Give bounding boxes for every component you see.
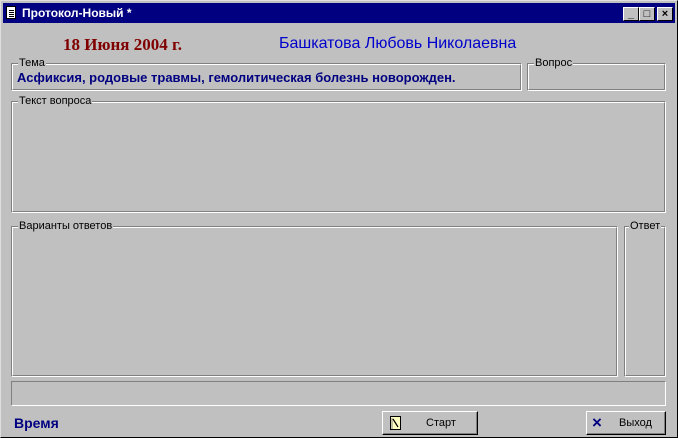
theme-label: Тема — [18, 57, 46, 69]
question-number-group: Вопрос — [527, 57, 666, 91]
student-name: Башкатова Любовь Николаевна — [279, 35, 517, 52]
title-bar[interactable]: Протокол-Новый * _ □ × — [3, 3, 675, 23]
close-button[interactable]: × — [657, 7, 673, 21]
start-button-label: Старт — [426, 417, 456, 429]
question-text-label: Текст вопроса — [18, 95, 93, 107]
answer-options-label: Варианты ответов — [18, 220, 114, 232]
question-text-group: Текст вопроса — [11, 95, 666, 213]
exit-button-label: Выход — [619, 417, 652, 429]
protocol-window: Протокол-Новый * _ □ × 18 Июня 2004 г. Б… — [0, 0, 678, 438]
theme-value: Асфиксия, родовые травмы, гемолитическая… — [17, 70, 456, 85]
answer-label: Ответ — [629, 220, 662, 232]
answer-options-group[interactable]: Варианты ответов — [11, 220, 618, 377]
document-icon — [6, 6, 16, 19]
maximize-button[interactable]: □ — [639, 7, 655, 21]
close-x-icon: × — [592, 413, 602, 432]
exit-button[interactable]: × Выход — [586, 411, 666, 435]
protocol-date: 18 Июня 2004 г. — [63, 35, 183, 54]
notebook-icon — [390, 416, 401, 430]
time-label: Время — [14, 415, 59, 431]
theme-group: Тема Асфиксия, родовые травмы, гемолитич… — [11, 57, 522, 91]
answer-group[interactable]: Ответ — [624, 220, 666, 377]
window-title: Протокол-Новый * — [22, 6, 132, 20]
minimize-button[interactable]: _ — [623, 7, 639, 21]
status-field — [11, 381, 666, 406]
start-button[interactable]: Старт — [382, 411, 478, 435]
question-number-label: Вопрос — [534, 57, 574, 69]
